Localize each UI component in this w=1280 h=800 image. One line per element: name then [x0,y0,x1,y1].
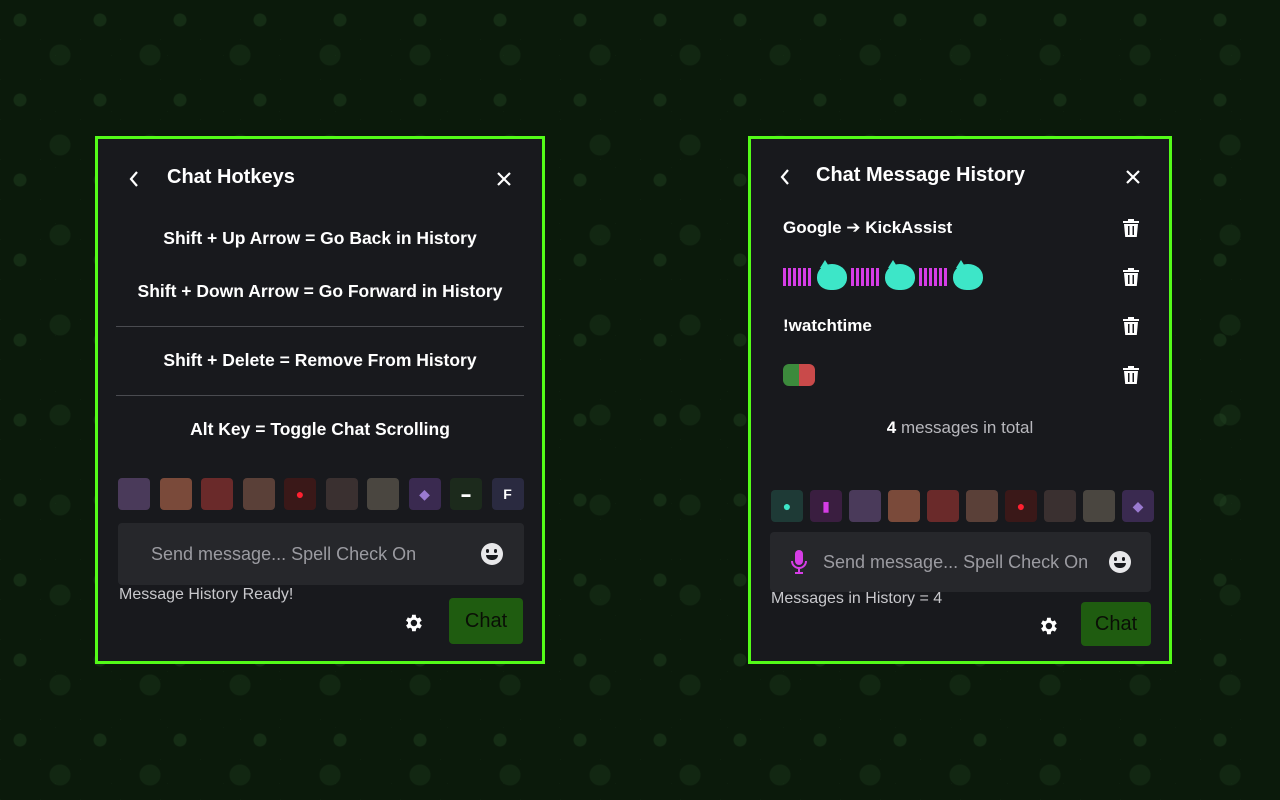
emote-icon[interactable] [159,478,192,510]
emote-icon[interactable] [118,478,150,510]
total-count: 4 messages in total [751,418,1169,438]
emote-icon[interactable] [325,478,358,510]
emote-icon[interactable] [927,490,959,522]
emote-icon [885,260,915,290]
emote-icon[interactable]: ▬ [450,478,482,510]
history-text: Google ➔ KickAssist [783,218,953,237]
emote-icon[interactable]: ● [284,478,316,510]
trash-icon[interactable] [1123,366,1139,384]
message-input-box [118,523,524,585]
gear-icon[interactable] [402,612,424,634]
chat-button[interactable]: Chat [449,598,523,644]
emoji-icon[interactable] [1109,551,1131,573]
total-label: messages in total [896,418,1034,437]
trash-icon[interactable] [1123,219,1139,237]
message-input-box [770,532,1151,592]
emote-icon [851,268,881,286]
panel-title: Chat Message History [816,164,1025,186]
history-item[interactable] [783,357,1139,393]
status-text: Message History Ready! [119,586,294,603]
emote-icon[interactable] [201,478,233,510]
history-item[interactable]: Google ➔ KickAssist [783,210,1139,246]
emoji-icon[interactable] [481,543,503,565]
emote-icon [919,268,949,286]
message-input[interactable] [821,550,1109,574]
emote-icon [817,260,847,290]
history-item[interactable]: !watchtime [783,308,1139,344]
chat-history-panel: Chat Message History Google ➔ KickAssist… [748,136,1172,664]
history-item[interactable] [783,259,1139,295]
hotkey-line: Alt Key = Toggle Chat Scrolling [190,419,450,439]
emote-icon[interactable] [966,490,998,522]
divider [116,326,524,327]
chat-button[interactable]: Chat [1081,602,1151,646]
emote-icon[interactable]: ● [1005,490,1037,522]
total-number: 4 [886,418,897,437]
emote-icon[interactable] [242,478,275,510]
close-icon[interactable] [492,167,516,191]
emote-icon[interactable]: ● [771,490,803,522]
back-icon[interactable] [122,167,146,191]
trash-icon[interactable] [1123,317,1139,335]
gear-icon[interactable] [1037,615,1059,637]
hotkey-line: Shift + Delete = Remove From History [163,350,477,370]
emote-bar: ● ◆ ▬ F [118,478,524,510]
divider [116,395,524,396]
hotkey-line: Shift + Down Arrow = Go Forward in Histo… [137,281,503,301]
back-icon[interactable] [773,165,797,189]
emote-icon [783,364,815,386]
emote-icon [783,268,813,286]
message-input[interactable] [149,542,481,566]
emote-icon[interactable] [888,490,920,522]
emote-icon[interactable]: ◆ [1122,490,1154,522]
emote-icon[interactable] [367,478,399,510]
trash-icon[interactable] [1123,268,1139,286]
emote-icon[interactable] [1044,490,1076,522]
emote-icon[interactable]: F [491,478,524,510]
emote-icon [953,260,983,290]
emote-icon[interactable]: ▮ [810,490,842,522]
emote-bar: ● ▮ ● ◆ [771,490,1154,522]
chat-hotkeys-panel: Chat Hotkeys Shift + Up Arrow = Go Back … [95,136,545,664]
emote-icon[interactable] [1083,490,1115,522]
emote-icon[interactable]: ◆ [408,478,441,510]
history-emotes [783,364,1123,386]
status-text: Messages in History = 4 [771,590,943,607]
panel-title: Chat Hotkeys [167,166,295,188]
microphone-icon[interactable] [791,550,807,574]
hotkey-line: Shift + Up Arrow = Go Back in History [163,228,477,248]
history-text: !watchtime [783,316,872,335]
emote-icon[interactable] [849,490,881,522]
close-icon[interactable] [1121,165,1145,189]
history-emotes [783,260,1123,290]
